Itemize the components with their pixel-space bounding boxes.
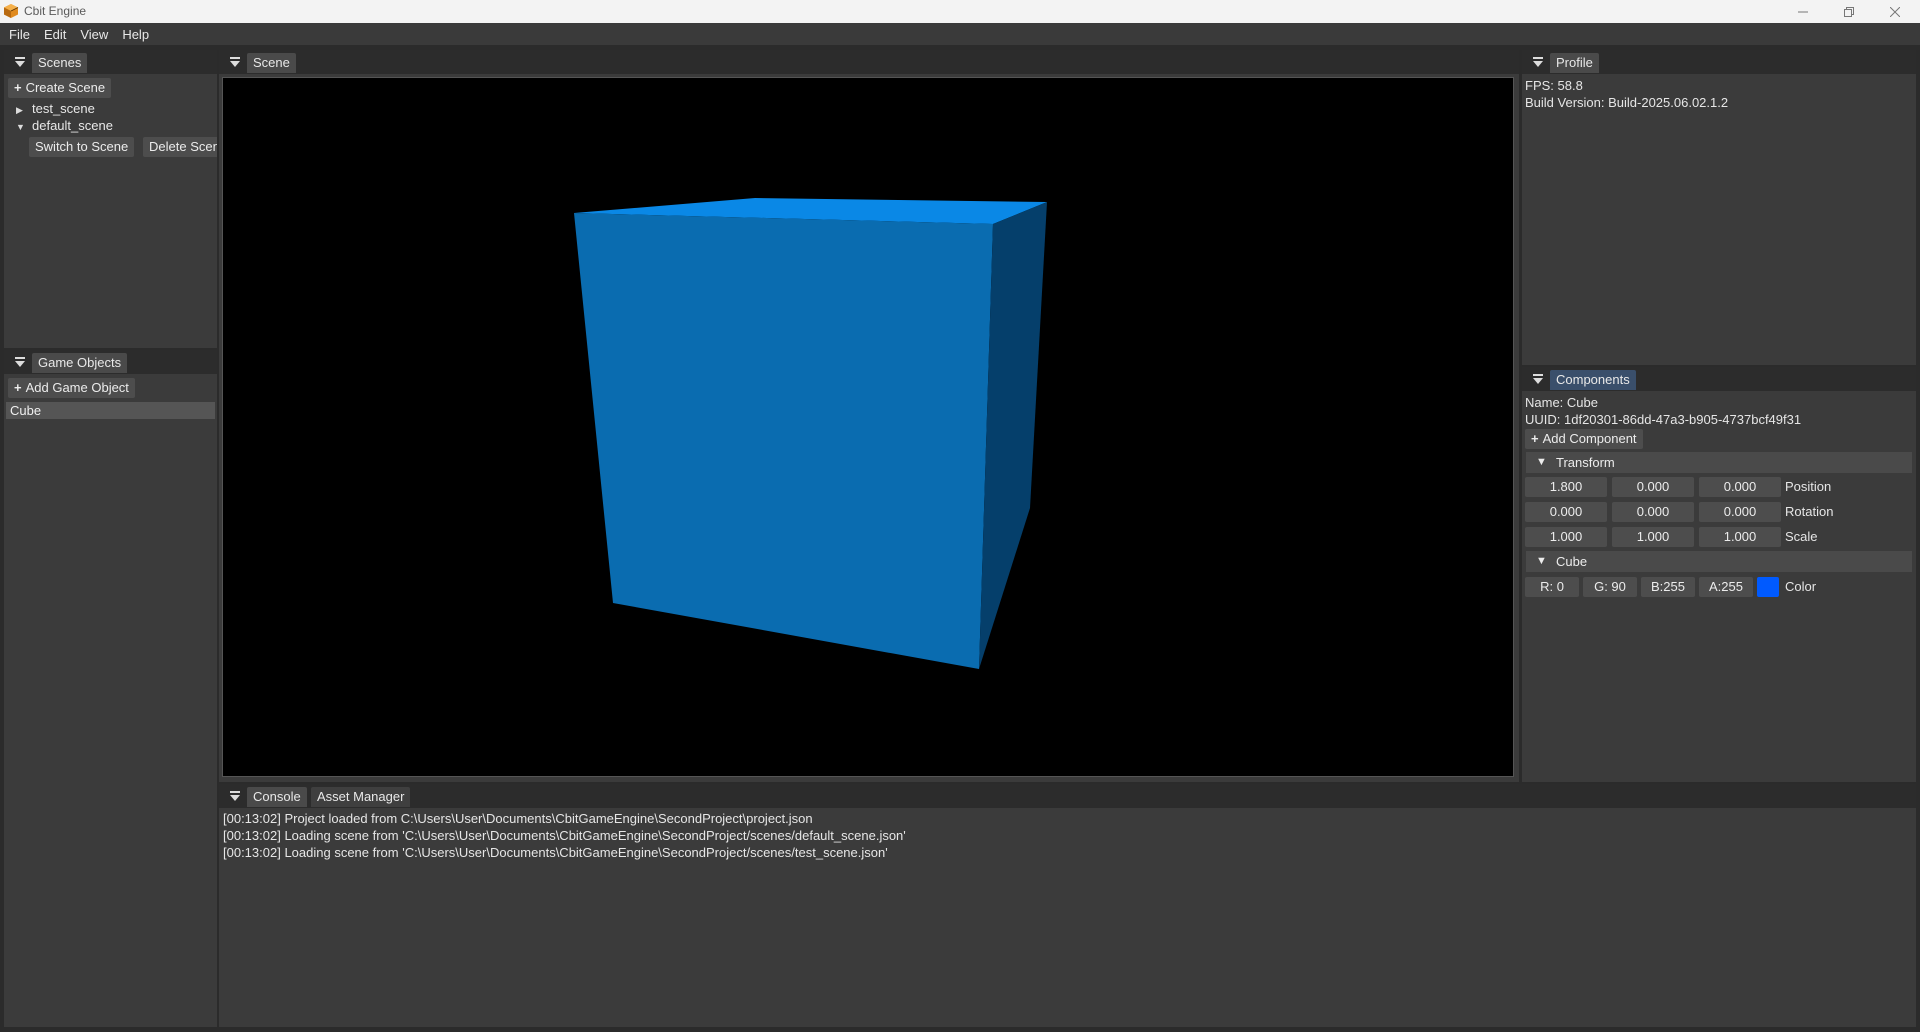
scale-label: Scale <box>1785 529 1818 544</box>
delete-scene-button[interactable]: Delete Scene <box>143 137 217 157</box>
add-component-label: Add Component <box>1542 431 1637 446</box>
scene-viewport[interactable] <box>222 77 1514 777</box>
create-scene-button[interactable]: + Create Scene <box>8 78 112 98</box>
console-line: [00:13:02] Project loaded from C:\Users\… <box>223 811 813 826</box>
menu-file[interactable]: File <box>9 27 30 42</box>
tab-game-objects[interactable]: Game Objects <box>32 353 128 373</box>
components-panel: Components Name: Cube UUID: 1df20301-86d… <box>1522 367 1916 782</box>
plus-icon: + <box>1531 431 1539 446</box>
collapse-icon[interactable] <box>14 356 26 368</box>
scenes-panel: Scenes + Create Scene ▶ test_scene ▼ defaul… <box>4 50 217 348</box>
title-bar: Cbit Engine <box>0 0 1920 23</box>
color-a-field[interactable]: A:255 <box>1699 577 1753 597</box>
restore-button[interactable] <box>1826 0 1872 23</box>
create-scene-label: Create Scene <box>25 80 106 95</box>
rotation-label: Rotation <box>1785 504 1834 519</box>
collapse-icon[interactable] <box>1532 56 1544 68</box>
app-logo-icon <box>4 4 19 18</box>
cube-header-label: Cube <box>1556 554 1588 569</box>
scale-x-field[interactable]: 1.000 <box>1525 527 1607 547</box>
rotation-x-field[interactable]: 0.000 <box>1525 502 1607 522</box>
tab-console[interactable]: Console <box>247 787 307 807</box>
console-tab-row: Console Asset Manager <box>219 784 1916 808</box>
tree-item-label: default_scene <box>32 118 113 133</box>
plus-icon: + <box>14 80 22 95</box>
color-g-field[interactable]: G: 90 <box>1583 577 1637 597</box>
position-z-field[interactable]: 0.000 <box>1699 477 1781 497</box>
window-title: Cbit Engine <box>24 4 87 18</box>
components-tab-row: Components <box>1522 367 1916 391</box>
tab-scene[interactable]: Scene <box>247 53 296 73</box>
menu-edit[interactable]: Edit <box>44 27 66 42</box>
collapse-icon[interactable] <box>229 790 241 802</box>
add-component-button[interactable]: + Add Component <box>1525 429 1643 449</box>
object-name: Name: Cube <box>1525 395 1598 410</box>
rotation-z-field[interactable]: 0.000 <box>1699 502 1781 522</box>
cube-front-face <box>574 213 993 669</box>
fps-readout: FPS: 58.8 <box>1525 78 1583 93</box>
plus-icon: + <box>14 380 22 395</box>
menu-help[interactable]: Help <box>122 27 149 42</box>
scale-z-field[interactable]: 1.000 <box>1699 527 1781 547</box>
game-objects-panel: Game Objects + Add Game Object Cube <box>4 350 217 1027</box>
color-b-field[interactable]: B:255 <box>1641 577 1695 597</box>
rotation-y-field[interactable]: 0.000 <box>1612 502 1694 522</box>
chevron-down-icon: ▼ <box>1536 456 1547 468</box>
chevron-down-icon: ▼ <box>1536 555 1547 567</box>
tree-item-label: test_scene <box>32 101 95 116</box>
close-button[interactable] <box>1872 0 1918 23</box>
list-item-cube[interactable]: Cube <box>6 402 215 419</box>
transform-section-header[interactable]: ▼ Transform <box>1526 452 1912 473</box>
restore-icon <box>1844 6 1854 17</box>
profile-panel: Profile FPS: 58.8 Build Version: Build-2… <box>1522 50 1916 365</box>
cube-render <box>574 198 1047 669</box>
build-version: Build Version: Build-2025.06.02.1.2 <box>1525 95 1729 110</box>
position-y-field[interactable]: 0.000 <box>1612 477 1694 497</box>
tab-scenes[interactable]: Scenes <box>32 53 88 73</box>
scenes-tab-row: Scenes <box>4 50 217 74</box>
tree-item-default-scene[interactable]: ▼ default_scene <box>16 118 113 133</box>
close-icon <box>1890 6 1900 17</box>
chevron-right-icon: ▶ <box>16 105 23 115</box>
menu-bar: File Edit View Help <box>0 23 1920 45</box>
menu-view[interactable]: View <box>80 27 108 42</box>
color-r-field[interactable]: R: 0 <box>1525 577 1579 597</box>
console-line: [00:13:02] Loading scene from 'C:\Users\… <box>223 828 906 843</box>
profile-tab-row: Profile <box>1522 50 1916 74</box>
transform-header-label: Transform <box>1556 455 1615 470</box>
minimize-icon <box>1798 11 1808 12</box>
position-x-field[interactable]: 1.800 <box>1525 477 1607 497</box>
tab-asset-manager[interactable]: Asset Manager <box>311 787 411 807</box>
collapse-icon[interactable] <box>14 56 26 68</box>
object-uuid: UUID: 1df20301-86dd-47a3-b905-4737bcf49f… <box>1525 412 1802 427</box>
color-label: Color <box>1785 579 1817 594</box>
scene-tab-row: Scene <box>219 50 1519 74</box>
tree-item-test-scene[interactable]: ▶ test_scene <box>16 101 95 116</box>
add-game-object-button[interactable]: + Add Game Object <box>8 378 135 398</box>
add-game-object-label: Add Game Object <box>25 380 129 395</box>
tab-components[interactable]: Components <box>1550 370 1636 390</box>
chevron-down-icon: ▼ <box>16 122 25 132</box>
game-objects-tab-row: Game Objects <box>4 350 217 374</box>
minimize-button[interactable] <box>1780 0 1826 23</box>
cube-section-header[interactable]: ▼ Cube <box>1526 551 1912 572</box>
tab-profile[interactable]: Profile <box>1550 53 1599 73</box>
collapse-icon[interactable] <box>229 56 241 68</box>
console-line: [00:13:02] Loading scene from 'C:\Users\… <box>223 845 888 860</box>
scale-y-field[interactable]: 1.000 <box>1612 527 1694 547</box>
collapse-icon[interactable] <box>1532 373 1544 385</box>
position-label: Position <box>1785 479 1832 494</box>
switch-to-scene-button[interactable]: Switch to Scene <box>29 137 135 157</box>
color-swatch[interactable] <box>1757 577 1779 597</box>
